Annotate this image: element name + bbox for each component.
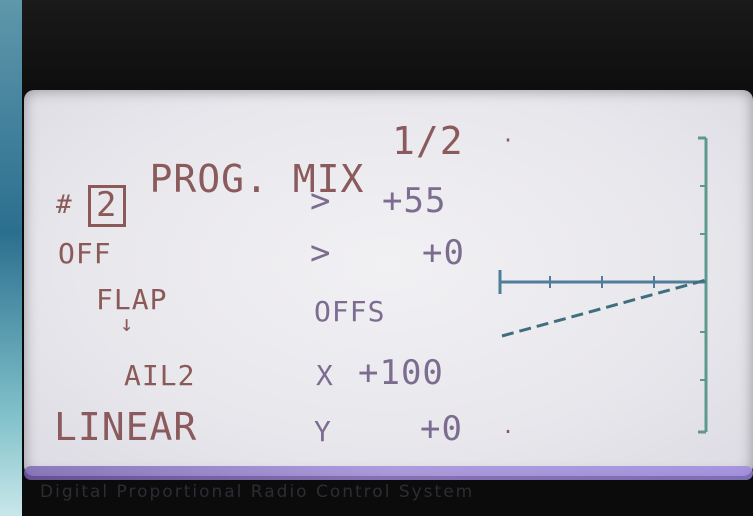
mix-prefix: # bbox=[56, 190, 73, 220]
page-indicator: 1/2 bbox=[392, 119, 464, 163]
screen-bottom-glow bbox=[24, 466, 753, 480]
lcd-screen: PROG. MIX 1/2 · # 2 > +55 OFF > +0 FLAP … bbox=[24, 90, 753, 476]
master-channel[interactable]: FLAP bbox=[96, 286, 167, 314]
x-value[interactable]: +100 bbox=[358, 356, 444, 390]
mix-status[interactable]: OFF bbox=[58, 240, 112, 268]
background-blue-surface bbox=[0, 0, 22, 516]
direction-arrow-icon: ↓ bbox=[120, 312, 135, 337]
screen-title: PROG. MIX bbox=[149, 157, 365, 201]
mix-curve-graph bbox=[498, 136, 708, 434]
rate-up-value[interactable]: +55 bbox=[382, 184, 446, 218]
slave-channel[interactable]: AIL2 bbox=[124, 362, 195, 390]
rate-down-value[interactable]: +0 bbox=[422, 236, 465, 270]
y-value[interactable]: +0 bbox=[420, 412, 463, 446]
mix-number[interactable]: 2 bbox=[96, 188, 117, 222]
mix-curve-line bbox=[501, 278, 707, 338]
rate-up-cursor: > bbox=[310, 181, 332, 221]
x-label: X bbox=[316, 359, 334, 392]
offset-label[interactable]: OFFS bbox=[314, 298, 385, 326]
curve-type[interactable]: LINEAR bbox=[54, 408, 197, 446]
radio-bezel bbox=[22, 0, 753, 96]
brand-label: Digital Proportional Radio Control Syste… bbox=[40, 482, 475, 502]
y-label: Y bbox=[314, 415, 332, 448]
rate-down-cursor: > bbox=[310, 233, 332, 273]
